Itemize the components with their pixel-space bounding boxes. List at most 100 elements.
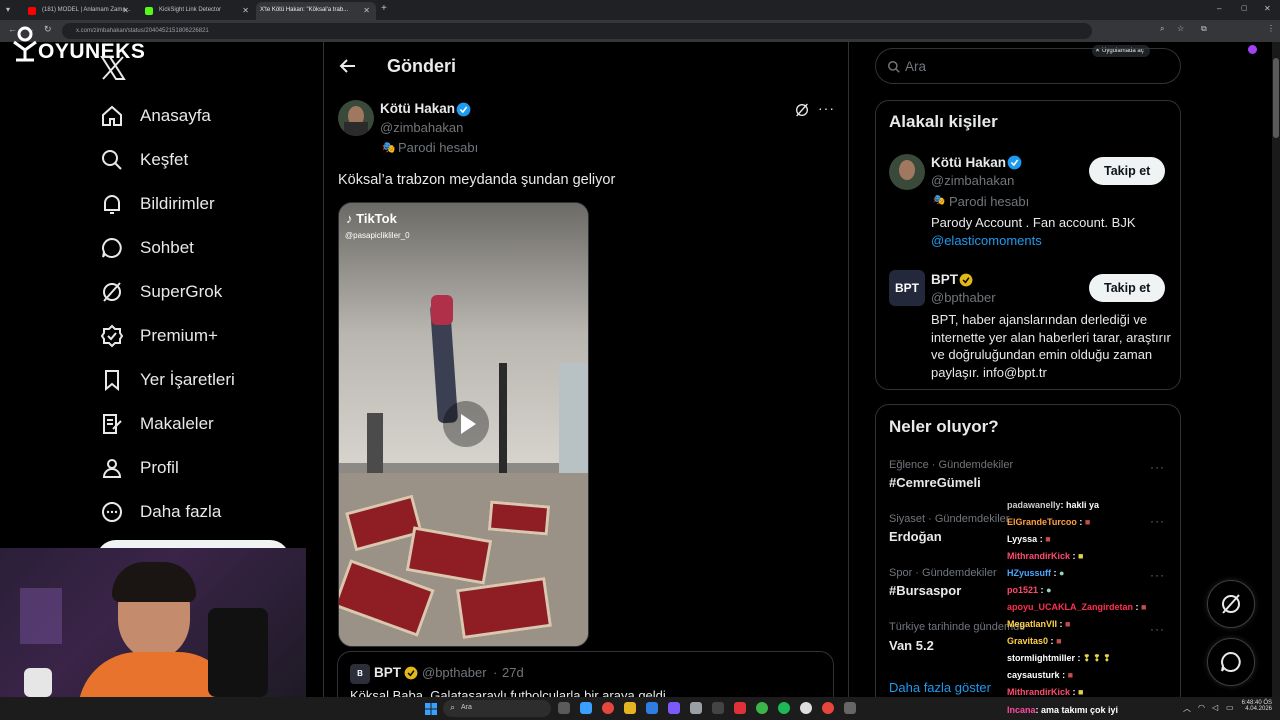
browser-tab-x[interactable]: X'te Kötü Hakan: "Köksal'a trab... ✕ — [256, 2, 376, 20]
youtube-icon — [28, 7, 36, 15]
minimize-icon[interactable]: – — [1217, 4, 1221, 13]
chat-user: po1521 — [1007, 585, 1039, 595]
related-bio-link[interactable]: @elasticomoments — [931, 233, 1042, 248]
quote-separator: · — [493, 665, 498, 680]
trend-category: Spor · Gündemdekiler — [889, 567, 997, 579]
emote-icon: ■ — [1056, 636, 1062, 646]
zoom-icon[interactable]: ⌕ — [1160, 24, 1164, 34]
chrome-icon[interactable] — [822, 702, 834, 714]
nav-explore[interactable]: Keşfet — [100, 138, 188, 182]
spotify-icon[interactable] — [778, 702, 790, 714]
profile-avatar[interactable] — [1248, 45, 1257, 54]
trend-more-icon[interactable]: ··· — [1150, 622, 1165, 636]
browser-tab-kicksight[interactable]: KickSight Link Detector ✕ — [137, 2, 255, 20]
maximize-icon[interactable]: ▢ — [1241, 4, 1248, 12]
url-field[interactable]: x.com/zimbahakan/status/2040452151806226… — [62, 23, 1092, 39]
emote-icon: ● — [1046, 585, 1052, 595]
app-icon[interactable] — [668, 702, 680, 714]
new-tab-icon[interactable]: + — [381, 3, 387, 14]
task-view-icon[interactable] — [558, 702, 570, 714]
back-arrow-icon[interactable] — [338, 56, 358, 81]
window-close-icon[interactable]: ✕ — [1264, 4, 1271, 13]
extensions-icon[interactable]: ⧉ — [1201, 24, 1207, 34]
clock[interactable]: 6:48:40 ÖS 4.04.2026 — [1240, 700, 1272, 712]
nav-articles[interactable]: Makaleler — [100, 402, 214, 446]
trend-more-icon[interactable]: ··· — [1150, 460, 1165, 474]
nav-more[interactable]: Daha fazla — [100, 490, 221, 534]
avatar[interactable] — [889, 154, 925, 190]
edge-icon[interactable] — [646, 702, 658, 714]
avatar[interactable] — [338, 100, 374, 136]
nav-label: Anasayfa — [140, 106, 211, 125]
chat-icon — [1221, 651, 1241, 672]
taskbar-search[interactable]: ⌕ Ara — [443, 700, 551, 717]
address-bar-row: ← → ↻ x.com/zimbahakan/status/2040452151… — [0, 20, 1280, 57]
nav-chat[interactable]: Sohbet — [100, 226, 194, 270]
quote-author-name: BPT — [374, 665, 401, 680]
show-more-link[interactable]: Daha fazla göster — [889, 680, 991, 695]
trend-name[interactable]: Van 5.2 — [889, 638, 934, 653]
file-explorer-icon[interactable] — [624, 702, 636, 714]
close-tab-icon[interactable]: ✕ — [122, 6, 129, 15]
widgets-icon[interactable] — [580, 702, 592, 714]
trend-name[interactable]: #CemreGümeli — [889, 475, 981, 490]
follow-button[interactable]: Takip et — [1089, 157, 1166, 185]
tab-search-icon[interactable]: ▾ — [6, 5, 10, 14]
related-handle[interactable]: @zimbahakan — [931, 173, 1014, 188]
video-player[interactable]: ♪ TikTok @pasapiclikliler_0 — [338, 202, 589, 647]
close-tab-icon[interactable]: ✕ — [363, 6, 370, 15]
trend-more-icon[interactable]: ··· — [1150, 568, 1165, 582]
background-object — [24, 668, 52, 697]
app-icon[interactable] — [844, 702, 856, 714]
nav-label: Premium+ — [140, 326, 218, 345]
trend-category: Siyaset · Gündemdekiler — [889, 513, 1010, 525]
follow-button[interactable]: Takip et — [1089, 274, 1166, 302]
nav-home[interactable]: Anasayfa — [100, 94, 211, 138]
nav-profile[interactable]: Profil — [100, 446, 179, 490]
grok-icon[interactable] — [794, 102, 810, 123]
background-light — [20, 588, 62, 644]
x-logo-icon[interactable] — [100, 56, 126, 85]
trend-name[interactable]: #Bursaspor — [889, 583, 961, 598]
related-name[interactable]: Kötü Hakan — [931, 155, 1006, 170]
battery-icon[interactable]: ▭ — [1226, 703, 1234, 712]
nav-premium[interactable]: Premium+ — [100, 314, 218, 358]
nav-label: SuperGrok — [140, 282, 223, 301]
app-icon[interactable] — [734, 702, 746, 714]
author-handle[interactable]: @zimbahakan — [380, 120, 463, 135]
app-icon[interactable] — [800, 702, 812, 714]
nav-label: Profil — [140, 458, 179, 477]
messages-fab[interactable] — [1207, 638, 1255, 686]
browser-tab-youtube[interactable]: (181) MODEL | Anlamam Zama... ✕ — [20, 2, 135, 20]
bpt-avatar[interactable]: BPT — [889, 270, 925, 306]
avatar-face — [899, 160, 915, 180]
page-scrollbar[interactable] — [1272, 42, 1280, 697]
trend-more-icon[interactable]: ··· — [1150, 514, 1165, 528]
nav-supergrok[interactable]: SuperGrok — [100, 270, 222, 314]
app-icon[interactable] — [690, 702, 702, 714]
chrome-icon[interactable] — [602, 702, 614, 714]
author-name[interactable]: Kötü Hakan — [380, 101, 455, 116]
emote-icon: ■ — [1045, 534, 1051, 544]
volume-icon[interactable]: ◁ — [1212, 703, 1218, 712]
close-tab-icon[interactable]: ✕ — [242, 6, 249, 15]
nav-notifications[interactable]: Bildirimler — [100, 182, 215, 226]
play-button-icon[interactable] — [443, 401, 489, 447]
reload-icon[interactable]: ↻ — [44, 24, 52, 35]
nav-bookmarks[interactable]: Yer İşaretleri — [100, 358, 235, 402]
app-icon[interactable] — [712, 702, 724, 714]
star-icon[interactable]: ☆ — [1177, 24, 1184, 33]
app-icon[interactable] — [756, 702, 768, 714]
tray-chevron-icon[interactable]: ︿ — [1183, 703, 1191, 714]
wifi-icon[interactable]: ◠ — [1198, 703, 1205, 712]
chat-message: apoyu_UCAKLA_Zangirdetan : ■ — [1007, 602, 1146, 612]
menu-icon[interactable]: ⋮ — [1267, 24, 1275, 33]
related-handle[interactable]: @bpthaber — [931, 290, 996, 305]
grok-fab[interactable] — [1207, 580, 1255, 628]
trend-name[interactable]: Erdoğan — [889, 529, 942, 544]
search-box[interactable]: Ara — [875, 48, 1181, 84]
scrollbar-thumb[interactable] — [1273, 58, 1279, 138]
more-options-icon[interactable]: ··· — [818, 100, 835, 116]
related-name[interactable]: BPT — [931, 272, 958, 287]
windows-start-icon[interactable] — [425, 702, 437, 715]
